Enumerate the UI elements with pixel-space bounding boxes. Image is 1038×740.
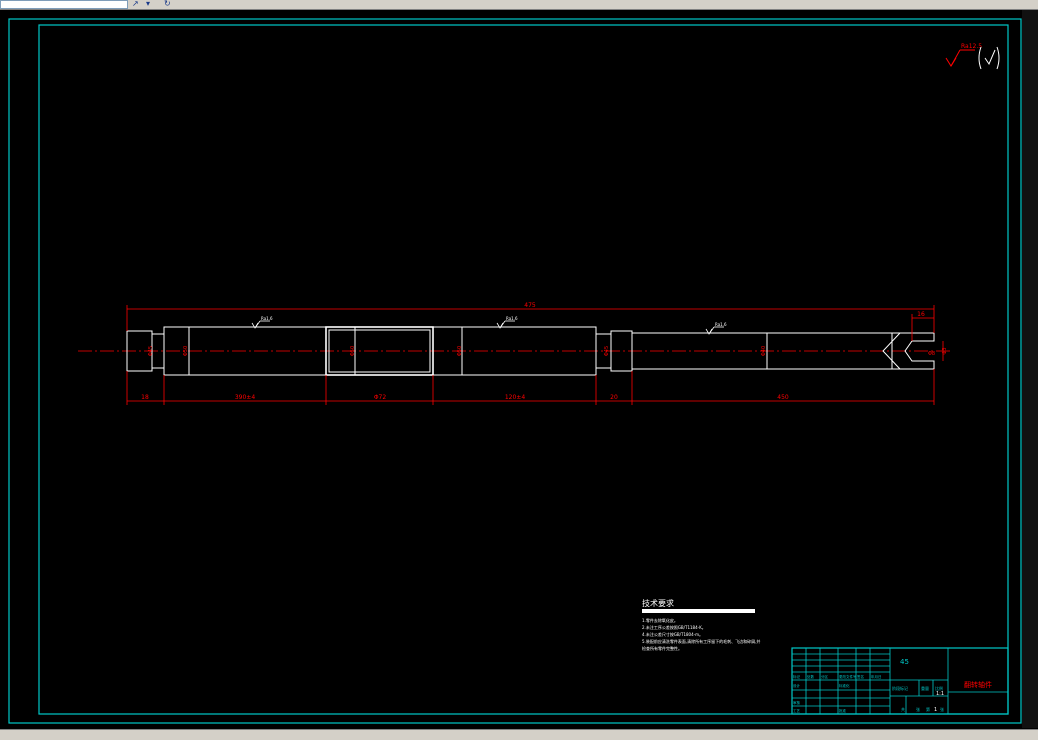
tech-line-1: 1.零件去除氧化皮。	[642, 617, 678, 623]
sheet-number: 1	[934, 707, 937, 713]
part-name: 翻转轴件	[964, 680, 992, 689]
notch-side-dim: Φ8	[928, 351, 935, 357]
sheet-label-1: 共	[901, 706, 905, 712]
general-roughness-symbol: Ra12.5	[945, 43, 1000, 70]
roughness-mark-2: Ra1.6	[496, 316, 518, 329]
header-count: 处数	[807, 674, 815, 679]
diameter-label-5: Φ45	[604, 346, 610, 356]
technical-requirements: 技术要求 1.零件去除氧化皮。 2.未注工序公差按照GB/T1184-K。 4.…	[642, 598, 760, 651]
dimension-lines	[126, 305, 944, 405]
diameter-label-7: Φ3	[942, 347, 948, 354]
diameter-label-6: Φ40	[761, 346, 767, 356]
header-signature: 签名	[857, 674, 864, 679]
diameter-label-4: Φ50	[457, 346, 463, 356]
segment-dim-2: 390±4	[235, 394, 255, 401]
row-label-design: 设计	[793, 683, 801, 688]
diameter-label-3: Φ50	[350, 346, 356, 356]
row-label-review: 审核	[793, 700, 801, 705]
outer-sheet-border	[8, 18, 1022, 724]
general-roughness-label: Ra12.5	[961, 43, 982, 50]
row-note-standard: 标准化	[839, 683, 850, 688]
overall-length-dim: 475	[524, 302, 536, 309]
segment-dim-3: Φ72	[374, 394, 387, 401]
tech-line-2: 2.未注工序公差按照GB/T1184-K。	[642, 624, 706, 630]
sheet-label-3: 第	[926, 706, 930, 712]
stage-label: 阶段标记	[892, 685, 908, 691]
header-mark: 标记	[793, 674, 801, 679]
dropdown-icon[interactable]: ▾	[146, 0, 150, 8]
header-change-doc: 更改文件号	[839, 674, 857, 679]
arrow-icon[interactable]: ↗	[132, 0, 139, 8]
tech-line-4: 5.装配前应清洗零件表面,清除所有工序留下的毛刺、飞边和碎屑,并	[642, 638, 760, 644]
header-date: 年月日	[871, 674, 882, 679]
sheet-label-2: 张	[916, 706, 920, 712]
roughness-mark-1-label: Ra1.6	[261, 316, 273, 321]
tech-title: 技术要求	[642, 598, 674, 608]
roughness-mark-3: Ra1.6	[705, 322, 727, 335]
notch-top-dim: 16	[917, 311, 925, 318]
segment-dim-1: 18	[141, 394, 149, 401]
row-note-approve: 批准	[839, 708, 847, 713]
sheet-label-4: 张	[940, 706, 944, 712]
segment-dim-4: 120±4	[505, 394, 525, 401]
roughness-mark-1: Ra1.6	[251, 316, 273, 329]
diameter-label-1: Φ45	[148, 346, 154, 356]
segment-dim-6: 450	[777, 394, 789, 401]
roughness-mark-3-label: Ra1.6	[715, 322, 727, 327]
tech-line-3: 4.未注公差尺寸按GB/T1804-m。	[642, 631, 703, 637]
roughness-mark-2-label: Ra1.6	[506, 316, 518, 321]
header-zone: 分区	[821, 674, 829, 679]
cad-drawing-canvas[interactable]: Ra12.5 475 18 390±4 Φ72 120±4 20 450 16 …	[0, 9, 1038, 729]
tech-title-bar	[642, 609, 755, 613]
command-input[interactable]	[0, 0, 128, 9]
tech-line-5: 检查所有零件完整性。	[642, 645, 682, 651]
material-value: 45	[900, 658, 909, 666]
scale-value: 1:1	[936, 691, 944, 697]
segment-dim-5: 20	[610, 394, 618, 401]
status-bar	[0, 729, 1038, 740]
weight-label: 重量	[921, 685, 929, 691]
row-label-process: 工艺	[793, 708, 801, 713]
diameter-label-2: Φ50	[183, 346, 189, 356]
refresh-icon[interactable]: ↻	[164, 0, 171, 8]
